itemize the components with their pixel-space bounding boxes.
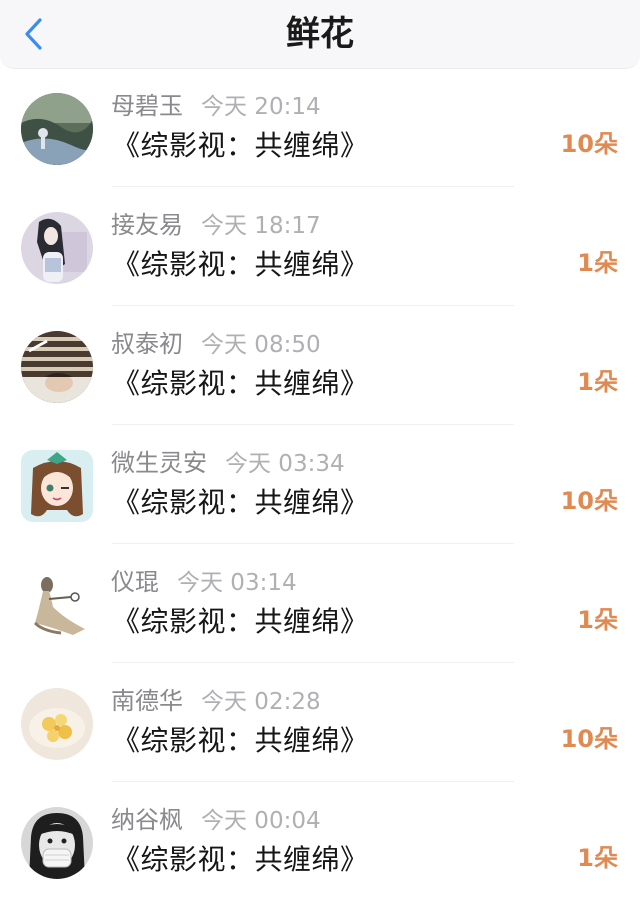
cartoon-girl-avatar-icon [21,450,93,522]
work-title: 《综影视：共缠绵》 [112,248,369,281]
sender-name: 仪琨 今天 03:14 [111,568,297,596]
list-item[interactable]: 叔泰初 今天 08:50 《综影视：共缠绵》 1朵 [0,306,640,425]
timestamp: 今天 18:17 [201,213,321,239]
sender-name: 叔泰初 今天 08:50 [111,330,321,358]
flower-count: 10朵 [560,487,618,515]
sleeping-man-avatar-icon [21,331,93,403]
avatar[interactable] [21,93,93,165]
flower-count: 10朵 [560,130,618,158]
avatar[interactable] [21,212,93,284]
flower-count: 1朵 [577,249,618,277]
flower-list: 母碧玉 今天 20:14 《综影视：共缠绵》 10朵 接友易 今天 18:17 《综… [0,68,640,901]
sender-name: 纳谷枫 今天 00:04 [111,806,321,834]
food-plate-avatar-icon [21,688,93,760]
flower-count: 1朵 [577,606,618,634]
avatar[interactable] [21,807,93,879]
list-item[interactable]: 接友易 今天 18:17 《综影视：共缠绵》 1朵 [0,187,640,306]
work-title: 《综影视：共缠绵》 [112,605,369,638]
page-title: 鲜花 [286,14,354,54]
flower-count: 1朵 [577,844,618,872]
ancient-figure-avatar-icon [21,569,93,641]
timestamp: 今天 20:14 [201,94,321,120]
timestamp: 今天 08:50 [201,332,321,358]
avatar[interactable] [21,331,93,403]
timestamp: 今天 03:14 [177,570,297,596]
list-item[interactable]: 纳谷枫 今天 00:04 《综影视：共缠绵》 1朵 [0,782,640,901]
timestamp: 今天 00:04 [201,808,321,834]
sender-name: 微生灵安 今天 03:34 [111,449,345,477]
work-title: 《综影视：共缠绵》 [112,367,369,400]
flower-count: 1朵 [577,368,618,396]
timestamp: 今天 03:34 [225,451,345,477]
avatar[interactable] [21,569,93,641]
work-title: 《综影视：共缠绵》 [112,843,369,876]
work-title: 《综影视：共缠绵》 [112,724,369,757]
sender-name: 母碧玉 今天 20:14 [111,92,321,120]
avatar[interactable] [21,450,93,522]
list-item[interactable]: 仪琨 今天 03:14 《综影视：共缠绵》 1朵 [0,544,640,663]
nav-header: 鲜花 [0,0,640,69]
list-item[interactable]: 南德华 今天 02:28 《综影视：共缠绵》 10朵 [0,663,640,782]
masked-girl-avatar-icon [21,807,93,879]
work-title: 《综影视：共缠绵》 [112,486,369,519]
timestamp: 今天 02:28 [201,689,321,715]
anime-girl-avatar-icon [21,212,93,284]
flower-count: 10朵 [560,725,618,753]
list-item[interactable]: 母碧玉 今天 20:14 《综影视：共缠绵》 10朵 [0,68,640,187]
work-title: 《综影视：共缠绵》 [112,129,369,162]
sender-name: 南德华 今天 02:28 [111,687,321,715]
forest-photo-avatar-icon [21,93,93,165]
sender-name: 接友易 今天 18:17 [111,211,321,239]
avatar[interactable] [21,688,93,760]
list-item[interactable]: 微生灵安 今天 03:34 《综影视：共缠绵》 10朵 [0,425,640,544]
